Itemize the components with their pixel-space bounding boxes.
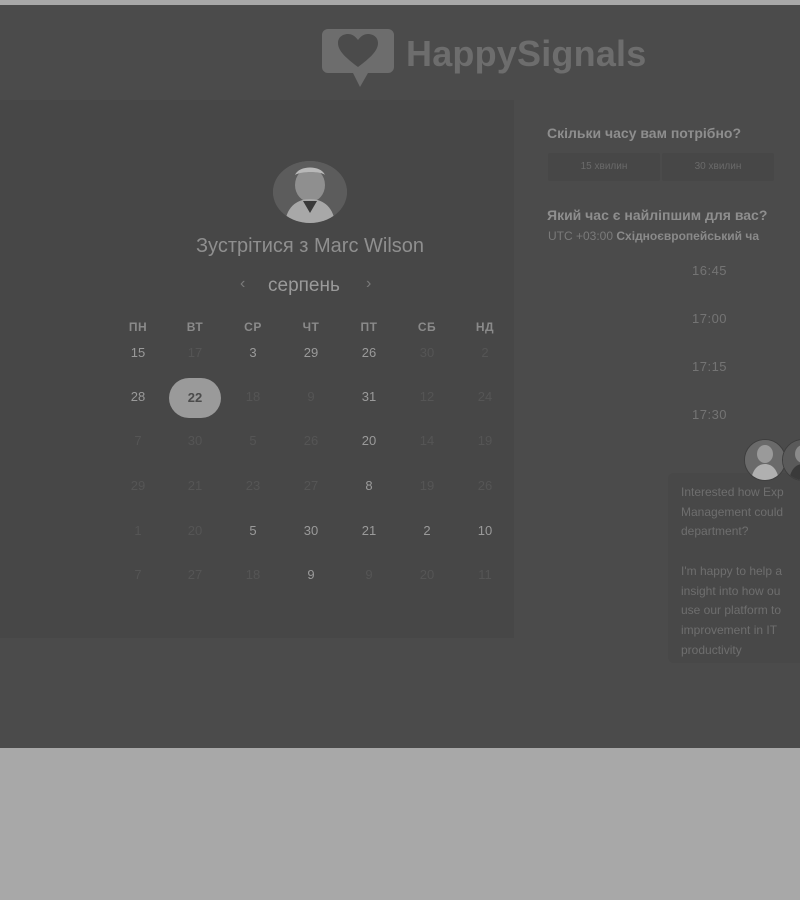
- calendar-day: 21: [187, 478, 203, 493]
- month-navigator: ‹ серпень ›: [236, 275, 386, 301]
- duration-question: Скільки часу вам потрібно?: [547, 125, 742, 141]
- time-question: Який час є найліпшим для вас?: [547, 207, 768, 223]
- weekday-label: ЧТ: [302, 320, 320, 334]
- chevron-right-icon[interactable]: ›: [366, 275, 371, 293]
- calendar-day: 11: [478, 567, 492, 582]
- calendar-day: 26: [303, 433, 319, 448]
- calendar-day: 7: [134, 433, 142, 448]
- calendar-day[interactable]: 2: [402, 523, 452, 538]
- brand-name: HappySignals: [406, 33, 647, 74]
- month-label: серпень: [268, 275, 340, 296]
- timezone-offset: UTC +03:00: [548, 229, 614, 243]
- calendar-day: 2: [481, 345, 489, 360]
- calendar-day[interactable]: 21: [344, 523, 394, 538]
- calendar-day: 27: [303, 478, 319, 493]
- chat-avatar-1: [744, 439, 786, 481]
- duration-option-15[interactable]: 15 хвилин: [548, 153, 660, 181]
- time-slot[interactable]: 17:30: [692, 407, 727, 422]
- calendar-day[interactable]: 9: [286, 567, 336, 582]
- calendar-day: 7: [134, 567, 142, 582]
- duration-option-30[interactable]: 30 хвилин: [662, 153, 774, 181]
- calendar-day: 29: [130, 478, 146, 493]
- meeting-title: Зустрітися з Marc Wilson: [195, 235, 425, 257]
- calendar-day[interactable]: 5: [228, 523, 278, 538]
- calendar-panel: [0, 100, 514, 638]
- weekday-label: ВТ: [186, 320, 204, 334]
- calendar-day: 23: [245, 478, 261, 493]
- calendar-day[interactable]: 30: [286, 523, 336, 538]
- chat-message: Interested how Exp Management could depa…: [681, 485, 784, 657]
- calendar-day: 27: [187, 567, 203, 582]
- calendar-day: 30: [187, 433, 203, 448]
- weekday-label: СР: [244, 320, 262, 334]
- calendar-day[interactable]: 15: [113, 345, 163, 360]
- calendar-day: 26: [477, 478, 493, 493]
- person-avatar-icon: [273, 161, 347, 223]
- heart-speech-icon: [322, 29, 394, 87]
- time-slot[interactable]: 17:00: [692, 311, 727, 326]
- weekday-label: НД: [475, 320, 495, 334]
- calendar-day[interactable]: 28: [113, 389, 163, 404]
- calendar-day[interactable]: 31: [344, 389, 394, 404]
- calendar-day[interactable]: 26: [344, 345, 394, 360]
- calendar-day: 14: [419, 433, 435, 448]
- calendar-day: 1: [134, 523, 142, 538]
- calendar-day[interactable]: 8: [344, 478, 394, 493]
- time-slot[interactable]: 16:45: [692, 263, 727, 278]
- calendar-day: 18: [245, 567, 261, 582]
- weekday-label: СБ: [417, 320, 437, 334]
- person-avatar-icon: [745, 440, 785, 480]
- calendar-day[interactable]: 29: [286, 345, 336, 360]
- selected-day[interactable]: 22: [169, 378, 221, 418]
- calendar-day[interactable]: 20: [344, 433, 394, 448]
- calendar-day: 20: [419, 567, 435, 582]
- weekday-label: ПН: [128, 320, 148, 334]
- calendar-day: 12: [419, 389, 435, 404]
- timezone-name: Східноєвропейський ча: [616, 229, 760, 243]
- calendar-day: 19: [419, 478, 435, 493]
- weekday-label: ПТ: [360, 320, 378, 334]
- calendar-day: 18: [245, 389, 261, 404]
- calendar-day: 30: [419, 345, 435, 360]
- calendar-day: 9: [307, 389, 315, 404]
- modal-overlay: HappySignals Зустрітися з Marc Wilson ‹ …: [0, 5, 800, 748]
- calendar-day: 17: [187, 345, 203, 360]
- calendar-day[interactable]: 3: [228, 345, 278, 360]
- calendar-day: 9: [365, 567, 373, 582]
- calendar-day: 19: [477, 433, 493, 448]
- calendar-day: 5: [249, 433, 257, 448]
- calendar-day: 24: [477, 389, 493, 404]
- calendar-day: 20: [187, 523, 203, 538]
- time-slot[interactable]: 17:15: [692, 359, 727, 374]
- timezone-label[interactable]: UTC +03:00 Східноєвропейський ча: [548, 229, 759, 243]
- calendar-day[interactable]: 10: [460, 523, 510, 538]
- host-avatar: [273, 161, 347, 223]
- chevron-left-icon[interactable]: ‹: [240, 275, 245, 293]
